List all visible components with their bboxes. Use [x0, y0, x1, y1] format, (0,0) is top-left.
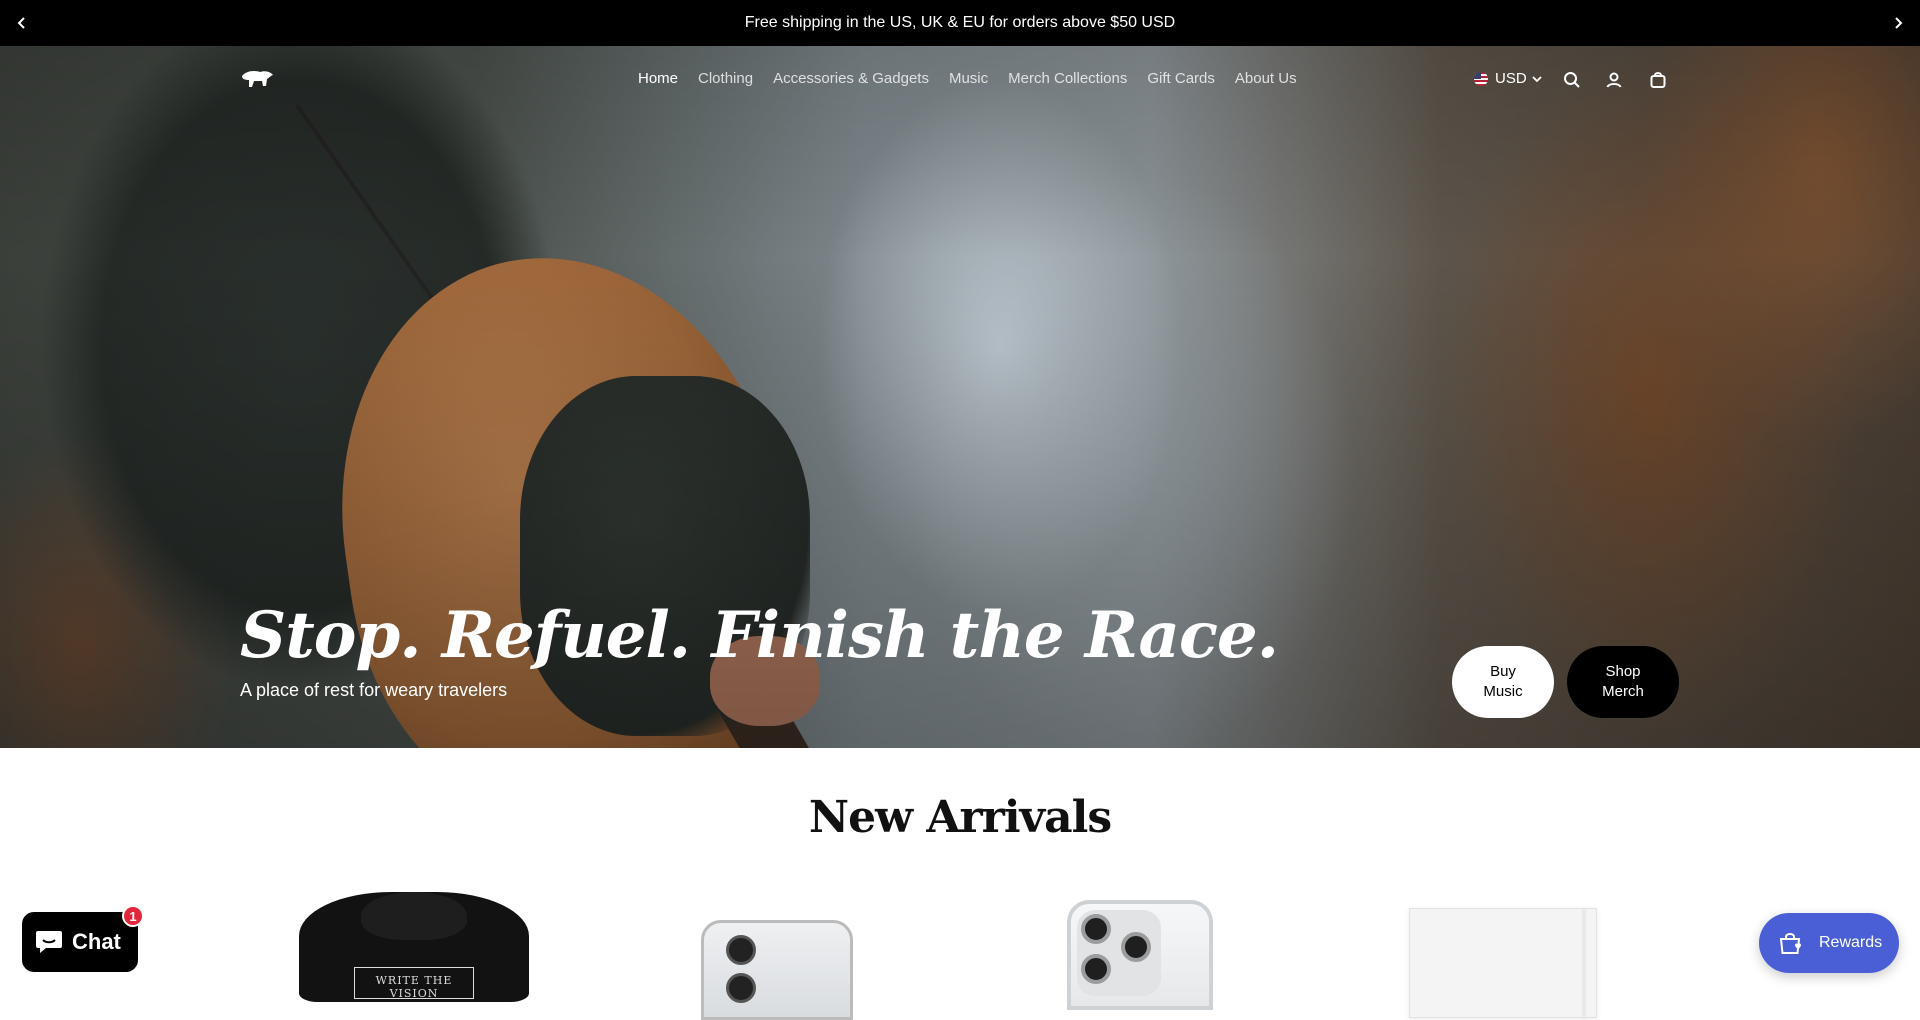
shop-merch-line1: Shop	[1605, 663, 1641, 680]
camera-lens	[726, 973, 756, 1003]
chevron-left-icon	[17, 17, 25, 29]
cart-icon	[1650, 72, 1666, 88]
stylized-animal-logo-icon	[242, 71, 273, 87]
rewards-label: Rewards	[1819, 934, 1883, 951]
announcement-prev-button[interactable]	[0, 0, 44, 46]
shop-merch-button[interactable]: Shop Merch	[1567, 646, 1679, 718]
phone-case-image	[701, 920, 853, 1020]
new-arrivals-title: New Arrivals	[808, 792, 1112, 843]
cart-button[interactable]	[1648, 70, 1668, 90]
shopping-bag-heart-icon	[1779, 933, 1801, 954]
site-logo[interactable]	[240, 68, 274, 90]
hoodie-image: WRITE THE VISION	[299, 892, 529, 1002]
hero-title: Stop. Refuel. Finish the Race.	[240, 598, 1279, 673]
announcement-text: Free shipping in the US, UK & EU for ord…	[744, 14, 1176, 31]
currency-label: USD	[1495, 70, 1527, 87]
nav-home[interactable]: Home	[638, 70, 678, 87]
nav-clothing[interactable]: Clothing	[698, 70, 753, 87]
camera-lens	[1081, 954, 1111, 984]
chevron-down-icon	[1532, 75, 1542, 82]
announcement-next-button[interactable]	[1876, 0, 1920, 46]
buy-music-line2: Music	[1483, 683, 1523, 700]
us-flag-icon	[1474, 71, 1488, 86]
nav-about-us[interactable]: About Us	[1235, 70, 1297, 87]
nav-gift-cards[interactable]: Gift Cards	[1147, 70, 1215, 87]
camera-lens	[1081, 914, 1111, 944]
product-card-hoodie[interactable]: WRITE THE VISION	[284, 890, 544, 1002]
chevron-right-icon	[1895, 17, 1903, 29]
chat-label: Chat	[72, 929, 121, 954]
camera-lens	[726, 935, 756, 965]
phone-case-image	[1067, 900, 1213, 1010]
site-header: Home Clothing Accessories & Gadgets Musi…	[0, 46, 1920, 112]
search-icon	[1564, 72, 1580, 88]
nav-music[interactable]: Music	[949, 70, 988, 87]
chat-bubble-icon	[36, 931, 62, 953]
main-nav: Home Clothing Accessories & Gadgets Musi…	[638, 70, 1317, 87]
journal-image	[1409, 908, 1597, 1019]
shop-merch-line2: Merch	[1602, 683, 1644, 700]
product-card-phone-case-iphone[interactable]	[1010, 890, 1270, 1010]
buy-music-line1: Buy	[1490, 663, 1516, 680]
chat-notification-badge: 1	[122, 905, 144, 927]
product-card-journal[interactable]	[1373, 890, 1633, 1019]
hero-subtitle: A place of rest for weary travelers	[240, 680, 508, 700]
camera-lens	[1121, 932, 1151, 962]
rewards-button[interactable]: Rewards	[1759, 913, 1899, 973]
nav-accessories-gadgets[interactable]: Accessories & Gadgets	[773, 70, 929, 87]
journal-band	[1582, 909, 1586, 1019]
hoodie-hood	[361, 892, 467, 940]
announcement-bar: Free shipping in the US, UK & EU for ord…	[0, 0, 1920, 46]
account-icon	[1606, 72, 1622, 88]
currency-selector[interactable]: USD	[1474, 70, 1542, 87]
account-button[interactable]	[1604, 70, 1624, 90]
hoodie-print-text: WRITE THE VISION	[354, 967, 474, 1000]
product-card-phone-case-clear[interactable]	[647, 890, 907, 1020]
chat-button[interactable]: Chat	[22, 912, 138, 972]
search-button[interactable]	[1562, 70, 1582, 90]
nav-merch-collections[interactable]: Merch Collections	[1008, 70, 1127, 87]
buy-music-button[interactable]: Buy Music	[1452, 646, 1554, 718]
